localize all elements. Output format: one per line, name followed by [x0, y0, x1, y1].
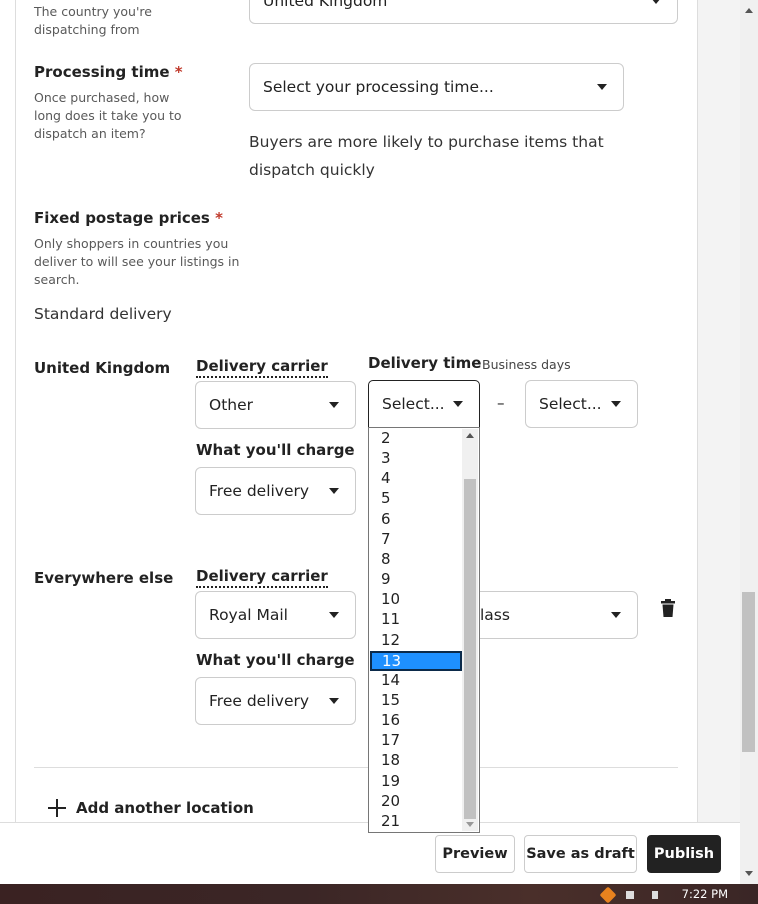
- caret-down-icon: [329, 698, 339, 704]
- dropdown-option[interactable]: 7: [370, 530, 462, 550]
- uk-carrier-select[interactable]: Other: [195, 381, 356, 429]
- caret-down-icon: [329, 612, 339, 618]
- fixed-postage-hint: Only shoppers in countries you deliver t…: [34, 236, 240, 287]
- uk-location-label: United Kingdom: [34, 359, 171, 377]
- listbox-scrollbar[interactable]: [462, 429, 478, 831]
- uk-delivery-time-to-select[interactable]: Select...: [525, 380, 638, 428]
- section-divider: [34, 767, 678, 768]
- card-border-left: [15, 0, 16, 822]
- delivery-time-listbox[interactable]: 2 3 4 5 6 7 8 9 10 11 12 13 14 15 16 17 18 19 20 21: [368, 427, 480, 833]
- else-location-label: Everywhere else: [34, 569, 174, 587]
- plus-icon: [48, 799, 66, 817]
- processing-time-note: Buyers are more likely to purchase items…: [249, 133, 604, 179]
- dropdown-option[interactable]: 20: [370, 792, 462, 812]
- window-scroll-thumb[interactable]: [742, 592, 755, 752]
- dropdown-option[interactable]: 18: [370, 751, 462, 771]
- uk-charge-value: Free delivery: [209, 482, 310, 500]
- save-draft-button[interactable]: Save as draft: [524, 835, 637, 873]
- network-icon[interactable]: [626, 891, 634, 899]
- dropdown-option[interactable]: 13: [370, 650, 462, 671]
- trash-icon[interactable]: [660, 599, 676, 619]
- dropdown-option[interactable]: 16: [370, 711, 462, 731]
- dropdown-option[interactable]: 21: [370, 812, 462, 832]
- else-carrier-value: Royal Mail: [209, 606, 288, 624]
- processing-time-label: Processing time *: [34, 63, 183, 81]
- dropdown-option[interactable]: 17: [370, 731, 462, 751]
- uk-delivery-time-label: Delivery time: [368, 354, 482, 372]
- dropdown-option[interactable]: 9: [370, 570, 462, 590]
- scroll-down-arrow-icon[interactable]: [745, 871, 753, 876]
- caret-down-icon: [651, 0, 661, 4]
- else-charge-select[interactable]: Free delivery: [195, 677, 356, 725]
- scroll-down-arrow-icon[interactable]: [466, 822, 474, 827]
- else-carrier-select[interactable]: Royal Mail: [195, 591, 356, 639]
- origin-country-hint: The country you're dispatching from: [34, 4, 152, 37]
- uk-delivery-time-from-value: Select...: [382, 395, 445, 413]
- scroll-up-arrow-icon[interactable]: [466, 433, 474, 438]
- range-dash: –: [497, 394, 505, 412]
- publish-button[interactable]: Publish: [647, 835, 721, 873]
- dropdown-option[interactable]: 10: [370, 590, 462, 610]
- required-marker: *: [215, 209, 223, 227]
- dropdown-option[interactable]: 15: [370, 691, 462, 711]
- dropdown-option[interactable]: 4: [370, 469, 462, 489]
- caret-down-icon: [611, 612, 621, 618]
- processing-time-select[interactable]: Select your processing time...: [249, 63, 624, 111]
- standard-delivery-heading: Standard delivery: [34, 305, 172, 323]
- origin-country-value: United Kingdom: [263, 0, 388, 10]
- origin-country-select[interactable]: United Kingdom: [249, 0, 678, 24]
- caret-down-icon: [597, 84, 607, 90]
- add-location-label: Add another location: [76, 799, 254, 817]
- dropdown-option[interactable]: 14: [370, 671, 462, 691]
- dropdown-option[interactable]: 19: [370, 772, 462, 792]
- caret-down-icon: [329, 402, 339, 408]
- scroll-up-arrow-icon[interactable]: [745, 8, 753, 13]
- business-days-label: Business days: [482, 357, 571, 372]
- listbox-scroll-thumb[interactable]: [464, 479, 476, 819]
- dropdown-option[interactable]: 6: [370, 510, 462, 530]
- preview-button[interactable]: Preview: [435, 835, 515, 873]
- right-gutter: [698, 0, 740, 822]
- uk-carrier-label: Delivery carrier: [196, 357, 328, 378]
- processing-time-placeholder: Select your processing time...: [263, 78, 494, 96]
- dropdown-option[interactable]: 11: [370, 610, 462, 630]
- caret-down-icon: [611, 401, 621, 407]
- uk-charge-select[interactable]: Free delivery: [195, 467, 356, 515]
- taskbar: 7:22 PM: [0, 884, 758, 904]
- caret-down-icon: [453, 401, 463, 407]
- dropdown-option[interactable]: 8: [370, 550, 462, 570]
- dropdown-option[interactable]: 2: [370, 429, 462, 449]
- uk-charge-label: What you'll charge: [196, 441, 355, 459]
- uk-carrier-value: Other: [209, 396, 254, 414]
- add-location-button[interactable]: Add another location: [48, 799, 254, 817]
- required-marker: *: [174, 63, 183, 81]
- else-charge-label: What you'll charge: [196, 651, 355, 669]
- else-charge-value: Free delivery: [209, 692, 310, 710]
- dropdown-option[interactable]: 12: [370, 631, 462, 651]
- taskbar-clock: 7:22 PM: [681, 887, 728, 901]
- fixed-postage-label: Fixed postage prices *: [34, 209, 223, 227]
- uk-delivery-time-to-value: Select...: [539, 395, 602, 413]
- processing-time-hint: Once purchased, how long does it take yo…: [34, 90, 182, 141]
- volume-icon[interactable]: [652, 891, 658, 899]
- dropdown-option[interactable]: 3: [370, 449, 462, 469]
- uk-delivery-time-from-select[interactable]: Select...: [368, 380, 480, 428]
- browser-fox-icon[interactable]: [599, 886, 617, 904]
- window-scrollbar[interactable]: [740, 0, 758, 884]
- else-carrier-label: Delivery carrier: [196, 567, 328, 588]
- dropdown-option[interactable]: 5: [370, 489, 462, 509]
- caret-down-icon: [329, 488, 339, 494]
